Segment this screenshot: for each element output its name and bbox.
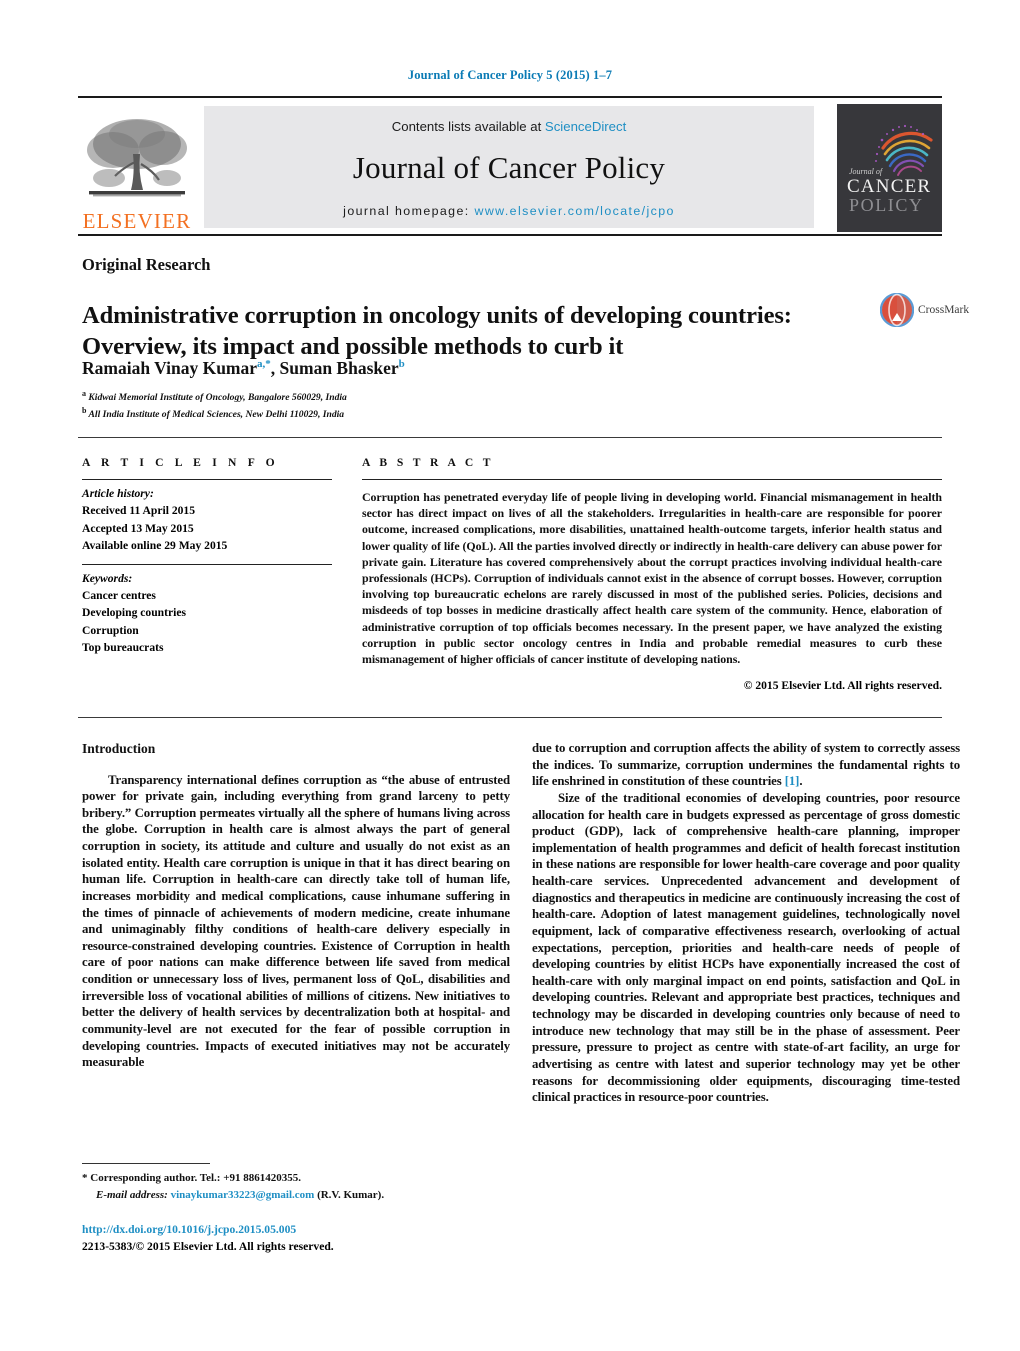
affiliation-b: b All India Institute of Medical Science… (82, 405, 682, 422)
body-column-left: Introduction Transparency international … (82, 740, 510, 1175)
issn-copyright-line: 2213-5383/© 2015 Elsevier Ltd. All right… (82, 1239, 334, 1253)
article-info-column: A R T I C L E I N F O Article history: R… (82, 456, 332, 657)
cover-line3: POLICY (849, 195, 924, 215)
history-online: Available online 29 May 2015 (82, 539, 228, 553)
journal-masthead: ELSEVIER Contents lists available at Sci… (78, 96, 942, 236)
cover-line1: Journal of (849, 167, 884, 176)
crossmark-label: CrossMark (918, 304, 970, 316)
journal-homepage-line: journal homepage: www.elsevier.com/locat… (343, 204, 675, 218)
affiliation-marker-b: b (82, 406, 87, 416)
keyword-item: Developing countries (82, 606, 187, 620)
affiliation-marker-a: a (82, 389, 86, 398)
info-rule-top (78, 437, 942, 438)
keywords-label: Keywords: (82, 571, 133, 585)
heading-introduction: Introduction (82, 741, 156, 756)
contents-line: Contents lists available at ScienceDirec… (392, 119, 627, 134)
email-link[interactable]: vinaykumar33223@gmail.com (171, 1189, 315, 1201)
contents-prefix: Contents lists available at (391, 119, 545, 134)
article-history-label: Article history: (82, 487, 154, 500)
homepage-link[interactable]: www.elsevier.com/locate/jcpo (474, 204, 674, 218)
keyword-item: Cancer centres (82, 588, 156, 602)
article-history-block: Article history: Received 11 April 2015 … (82, 485, 332, 555)
abstract-divider (362, 479, 942, 480)
email-suffix: (R.V. Kumar). (314, 1188, 385, 1201)
abstract-column: A B S T R A C T Corruption has penetrate… (362, 456, 942, 692)
doi-link[interactable]: http://dx.doi.org/10.1016/j.jcpo.2015.05… (82, 1222, 582, 1239)
email-address-label: E-mail address: (96, 1188, 168, 1201)
crossmark-badge[interactable]: CrossMark (880, 288, 972, 332)
affiliation-text-a: Kidwai Memorial Institute of Oncology, B… (88, 392, 347, 404)
journal-title: Journal of Cancer Policy (352, 150, 666, 185)
homepage-label: journal homepage: (343, 204, 470, 218)
intro-paragraph-continued: due to corruption and corruption affects… (532, 740, 960, 790)
author-list: Ramaiah Vinay Kumara,*, Suman Bhaskerb (82, 358, 405, 378)
affiliation-a: a Kidwai Memorial Institute of Oncology,… (82, 388, 682, 405)
abstract-copyright: © 2015 Elsevier Ltd. All rights reserved… (743, 678, 942, 692)
keywords-block: Keywords: Cancer centres Developing coun… (82, 570, 332, 657)
doi-block: http://dx.doi.org/10.1016/j.jcpo.2015.05… (82, 1222, 582, 1256)
history-received: Received 11 April 2015 (82, 504, 196, 518)
affiliation-list: a Kidwai Memorial Institute of Oncology,… (82, 388, 682, 423)
journal-cover-thumbnail: Journal of CANCER POLICY (837, 104, 942, 232)
intro-paragraph-2: Size of the traditional economies of dev… (532, 790, 960, 1105)
elsevier-wordmark: ELSEVIER (82, 209, 192, 233)
abstract-body: Corruption has penetrated everyday life … (362, 490, 942, 666)
running-head: Journal of Cancer Policy 5 (2015) 1–7 (407, 68, 613, 82)
footnote-rule (82, 1163, 210, 1164)
section-type-label: Original Research (82, 255, 211, 274)
cover-line2: CANCER (847, 176, 931, 197)
footnote-block: * Corresponding author. Tel.: +91 886142… (82, 1170, 512, 1203)
citation-tail: . (799, 774, 803, 789)
abstract-heading: A B S T R A C T (362, 456, 494, 469)
elsevier-logo: ELSEVIER (78, 104, 196, 232)
history-accepted: Accepted 13 May 2015 (82, 521, 194, 535)
sciencedirect-link[interactable]: ScienceDirect (545, 119, 626, 134)
page-title: Administrative corruption in oncology un… (82, 302, 792, 361)
intro-paragraph-1: Transparency international defines corru… (82, 772, 510, 1070)
citation-ref-1[interactable]: [1] (785, 774, 800, 788)
keyword-item: Top bureaucrats (82, 641, 164, 655)
body-column-right: due to corruption and corruption affects… (532, 740, 960, 1215)
journal-cover-art: Journal of CANCER POLICY (837, 104, 942, 232)
affiliation-text-b: All India Institute of Medical Sciences,… (88, 409, 345, 421)
crossmark-icon (880, 293, 914, 327)
article-info-divider (82, 479, 332, 480)
keyword-item: Corruption (82, 623, 139, 637)
keywords-divider (82, 563, 332, 565)
info-rule-bottom (78, 717, 942, 718)
journal-band: Contents lists available at ScienceDirec… (204, 106, 814, 228)
email-note: E-mail address: vinaykumar33223@gmail.co… (82, 1187, 512, 1204)
corresponding-author-note: * Corresponding author. Tel.: +91 886142… (82, 1172, 301, 1184)
paper-page: Journal of Cancer Policy 5 (2015) 1–7 EL… (0, 0, 1020, 1351)
elsevier-tree-icon (87, 119, 187, 197)
intro-continued-text: due to corruption and corruption affects… (532, 741, 960, 789)
article-info-heading: A R T I C L E I N F O (82, 456, 279, 469)
